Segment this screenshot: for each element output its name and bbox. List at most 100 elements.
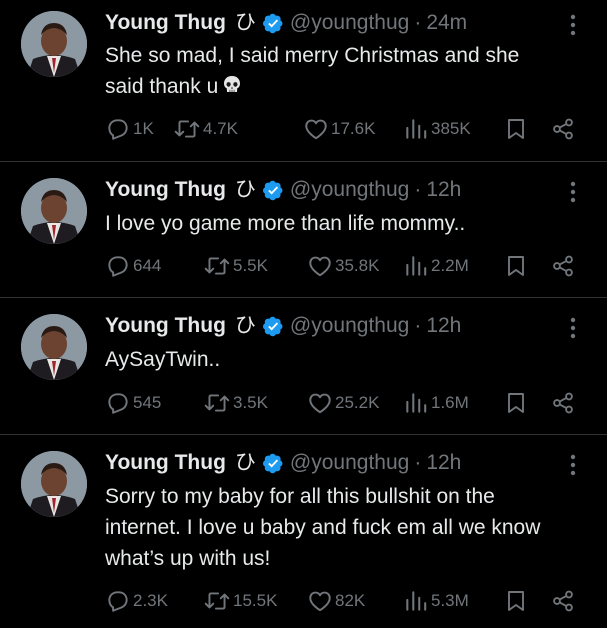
views-button[interactable]: 2.2M [403,252,469,280]
display-name[interactable]: Young Thug [105,176,226,204]
tweet-actions: 1K 4.7K 17.6K 385K [105,115,585,143]
more-icon[interactable] [569,316,577,340]
more-icon[interactable] [569,180,577,204]
avatar[interactable] [21,11,87,77]
timestamp[interactable]: 12h [426,312,461,340]
share-button[interactable] [551,391,575,420]
avatar[interactable] [21,451,87,517]
verified-badge-icon [262,453,284,474]
avatar[interactable] [21,178,87,244]
tweet-actions: 545 3.5K 25.2K 1.6M [105,389,585,417]
tweet[interactable]: Young Thug ひ @youngthug · 12h AySayTwin.… [0,298,607,435]
tweet-header: Young Thug ひ @youngthug · 24m [105,9,467,37]
reply-icon [108,119,128,140]
heart-icon [309,591,331,612]
like-count: 25.2K [335,393,380,412]
tweet-text-line: She so mad, I said merry Christmas and s… [105,44,520,67]
tweet-text-line: Sorry to my baby for all this bullshit o… [105,485,495,508]
heart-icon [309,256,331,277]
share-button[interactable] [551,254,575,283]
repost-button[interactable]: 4.7K [173,115,238,143]
bookmark-button[interactable] [505,391,527,420]
views-button[interactable]: 385K [403,115,471,143]
views-count: 385K [431,119,471,138]
tweet-text-line: what’s up with us! [105,547,271,570]
repost-icon [204,394,230,412]
tweet-text: AySayTwin.. [105,344,585,375]
repost-count: 15.5K [233,591,278,610]
more-icon[interactable] [569,453,577,477]
more-icon[interactable] [569,13,577,37]
bookmark-button[interactable] [505,117,527,146]
tweet-text-line: internet. I love u baby and fuck em all … [105,516,541,539]
tweet[interactable]: Young Thug ひ @youngthug · 24m She so mad… [0,0,607,162]
timestamp[interactable]: 24m [426,9,467,37]
bookmark-icon [508,119,524,139]
views-button[interactable]: 1.6M [403,389,469,417]
like-button[interactable]: 25.2K [307,389,379,417]
name-glyph: ひ [234,11,256,34]
like-button[interactable]: 82K [307,587,365,615]
bookmark-icon [508,591,524,611]
handle[interactable]: @youngthug [290,176,409,204]
share-icon [553,392,573,414]
reply-button[interactable]: 1K [105,115,154,143]
tweet-header: Young Thug ひ @youngthug · 12h [105,176,461,204]
reply-count: 1K [133,119,154,138]
reply-button[interactable]: 644 [105,252,161,280]
repost-icon [204,592,230,610]
repost-button[interactable]: 5.5K [203,252,268,280]
separator: · [414,11,422,34]
bookmark-icon [508,393,524,413]
reply-count: 644 [133,256,162,275]
handle[interactable]: @youngthug [290,312,409,340]
separator: · [414,178,422,201]
handle[interactable]: @youngthug [290,9,409,37]
share-icon [553,255,573,277]
display-name[interactable]: Young Thug [105,312,226,340]
repost-button[interactable]: 3.5K [203,389,268,417]
views-icon [406,591,427,611]
avatar[interactable] [21,314,87,380]
verified-badge-icon [262,13,284,34]
like-button[interactable]: 35.8K [307,252,379,280]
skull-emoji-icon [222,73,242,93]
timestamp[interactable]: 12h [426,449,461,477]
tweet-actions: 2.3K 15.5K 82K 5.3M [105,587,585,615]
tweet-text: I love yo game more than life mommy.. [105,208,585,239]
repost-count: 5.5K [233,256,268,275]
views-button[interactable]: 5.3M [403,587,469,615]
bookmark-button[interactable] [505,589,527,618]
tweet-text: Sorry to my baby for all this bullshit o… [105,481,605,574]
reply-button[interactable]: 2.3K [105,587,168,615]
like-button[interactable]: 17.6K [303,115,375,143]
reply-button[interactable]: 545 [105,389,161,417]
handle[interactable]: @youngthug [290,449,409,477]
verified-badge-icon [262,180,284,201]
display-name[interactable]: Young Thug [105,9,226,37]
views-icon [406,393,427,413]
display-name[interactable]: Young Thug [105,449,226,477]
tweet-text-line: AySayTwin.. [105,348,221,371]
share-icon [553,590,573,612]
separator: · [414,451,422,474]
name-glyph: ひ [234,178,256,201]
name-glyph: ひ [234,451,256,474]
heart-icon [309,393,331,414]
like-count: 82K [335,591,366,610]
verified-badge-icon [262,316,284,337]
name-glyph: ひ [234,314,256,337]
repost-button[interactable]: 15.5K [203,587,277,615]
like-count: 35.8K [335,256,380,275]
tweet-text-line: said thank u [105,71,585,102]
timestamp[interactable]: 12h [426,176,461,204]
tweet[interactable]: Young Thug ひ @youngthug · 12h I love yo … [0,162,607,298]
share-button[interactable] [551,117,575,146]
views-icon [406,256,427,276]
tweet[interactable]: Young Thug ひ @youngthug · 12h Sorry to m… [0,435,607,628]
reply-icon [108,256,128,277]
tweet-text: She so mad, I said merry Christmas and s… [105,40,585,102]
share-button[interactable] [551,589,575,618]
bookmark-button[interactable] [505,254,527,283]
views-count: 5.3M [431,591,469,610]
